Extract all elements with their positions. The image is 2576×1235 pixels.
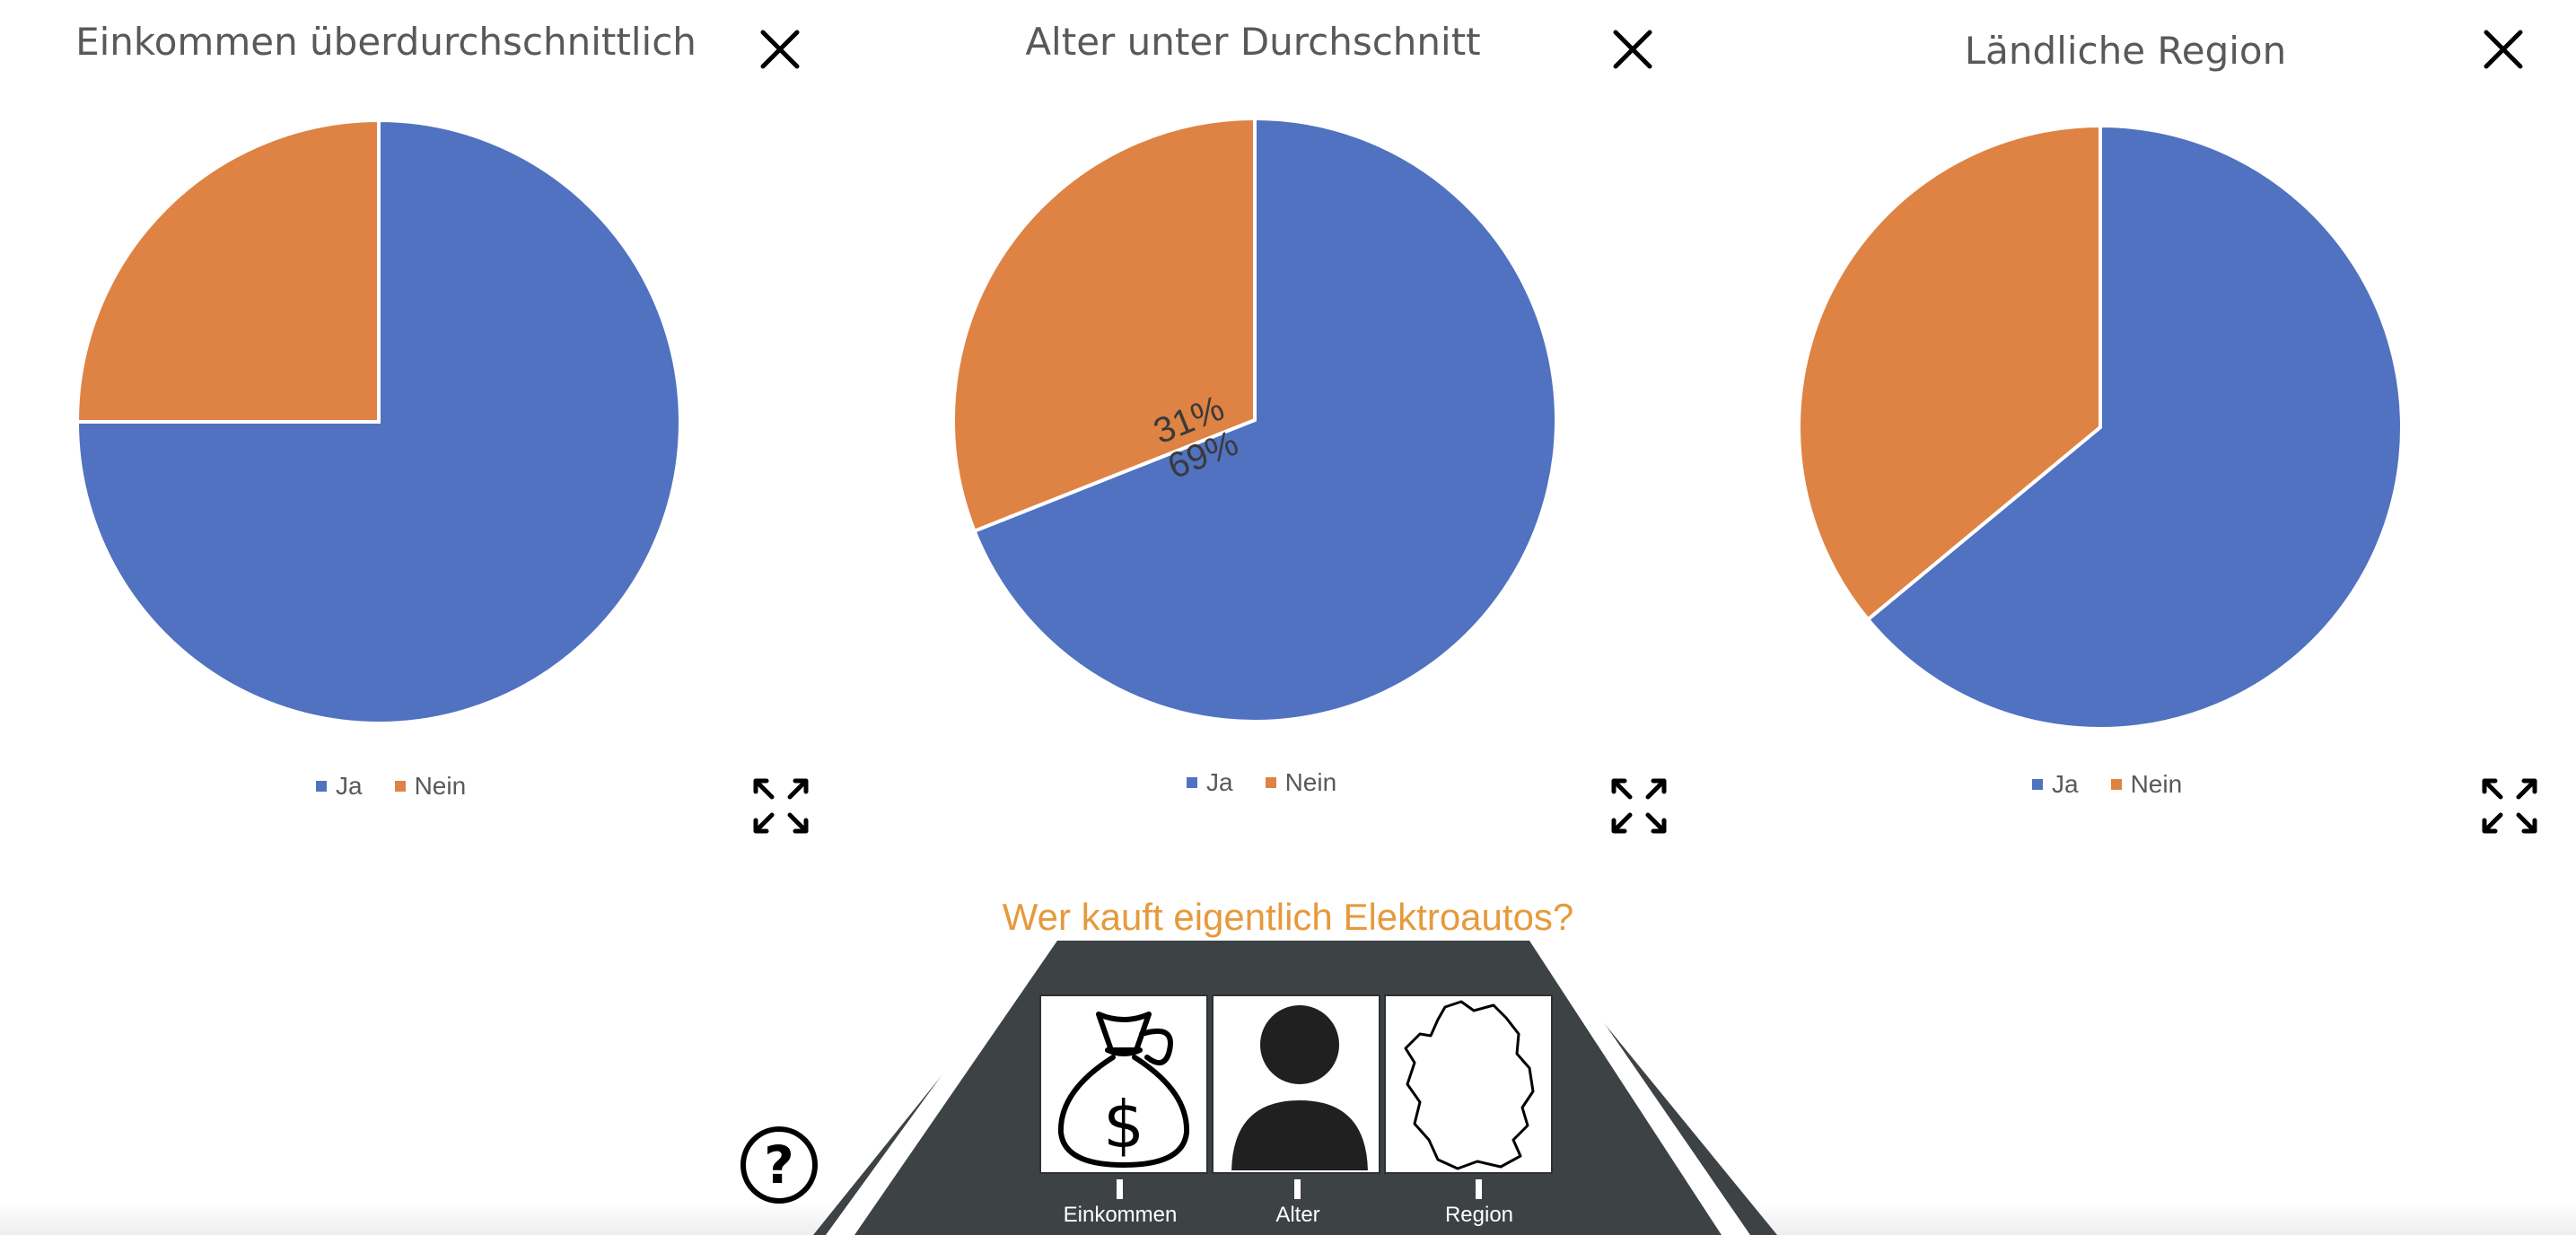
category-icons: $ <box>1039 994 1553 1174</box>
category-tick <box>1476 1179 1482 1199</box>
legend-swatch-nein <box>394 781 406 792</box>
legend-swatch-nein <box>2110 779 2122 790</box>
page-subtitle: Wer kauft eigentlich Elektroautos? <box>1002 896 1574 938</box>
legend-swatch-ja <box>316 781 327 792</box>
category-tile-alter[interactable] <box>1212 994 1380 1174</box>
legend-item-nein: Nein <box>394 772 467 801</box>
chart-title: Alter unter Durchschnitt <box>1025 20 1481 64</box>
chart-legend: Ja Nein <box>2032 770 2182 799</box>
pie-chart <box>1797 123 2404 731</box>
pie-chart: 69%31% <box>951 116 1558 723</box>
category-label-alter: Alter <box>1275 1203 1320 1227</box>
legend-swatch-ja <box>1187 777 1197 788</box>
category-label-region: Region <box>1444 1203 1514 1227</box>
category-tick <box>1117 1179 1123 1199</box>
person-icon <box>1231 1005 1368 1170</box>
expand-icon[interactable] <box>2481 777 2538 835</box>
chart-panel-alter: Alter unter Durchschnitt 69% 31% Ja Nein <box>858 0 1716 862</box>
legend-item-nein: Nein <box>1265 768 1337 797</box>
pie-chart <box>74 118 682 725</box>
legend-item-ja: Ja <box>1187 768 1233 797</box>
category-tile-einkommen[interactable]: $ <box>1039 994 1208 1174</box>
svg-text:?: ? <box>764 1134 794 1196</box>
close-icon[interactable] <box>2481 27 2526 72</box>
legend-item-ja: Ja <box>316 772 363 801</box>
legend-item-ja: Ja <box>2032 770 2079 799</box>
legend-label-nein: Nein <box>2130 770 2183 798</box>
category-tile-region[interactable] <box>1384 994 1553 1174</box>
expand-icon[interactable] <box>1610 777 1668 835</box>
chart-title: Einkommen überdurchschnittlich <box>75 20 697 64</box>
help-icon[interactable]: ? <box>738 1124 820 1206</box>
close-icon[interactable] <box>1610 27 1655 72</box>
legend-label-nein: Nein <box>1284 768 1337 796</box>
svg-text:$: $ <box>1103 1087 1144 1162</box>
chart-title: Ländliche Region <box>1964 29 2287 73</box>
chart-legend: Ja Nein <box>316 772 466 801</box>
chart-panel-region: Ländliche Region Ja Nein <box>1716 0 2574 862</box>
legend-item-nein: Nein <box>2110 770 2183 799</box>
legend-label-ja: Ja <box>336 772 363 800</box>
legend-swatch-nein <box>1265 777 1276 788</box>
legend-label-ja: Ja <box>2052 770 2079 798</box>
germany-map-icon <box>1404 1000 1535 1170</box>
legend-swatch-ja <box>2032 779 2043 790</box>
category-tick <box>1294 1179 1301 1199</box>
legend-label-nein: Nein <box>414 772 467 800</box>
expand-icon[interactable] <box>752 777 810 835</box>
chart-legend: Ja Nein <box>1187 768 1336 797</box>
close-icon[interactable] <box>758 27 802 72</box>
legend-label-ja: Ja <box>1206 768 1233 796</box>
money-bag-icon: $ <box>1057 1012 1190 1168</box>
pie-slice-nein <box>74 118 381 424</box>
chart-panel-einkommen: Einkommen überdurchschnittlich Ja Nein <box>0 0 858 862</box>
category-label-einkommen: Einkommen <box>1063 1203 1178 1227</box>
